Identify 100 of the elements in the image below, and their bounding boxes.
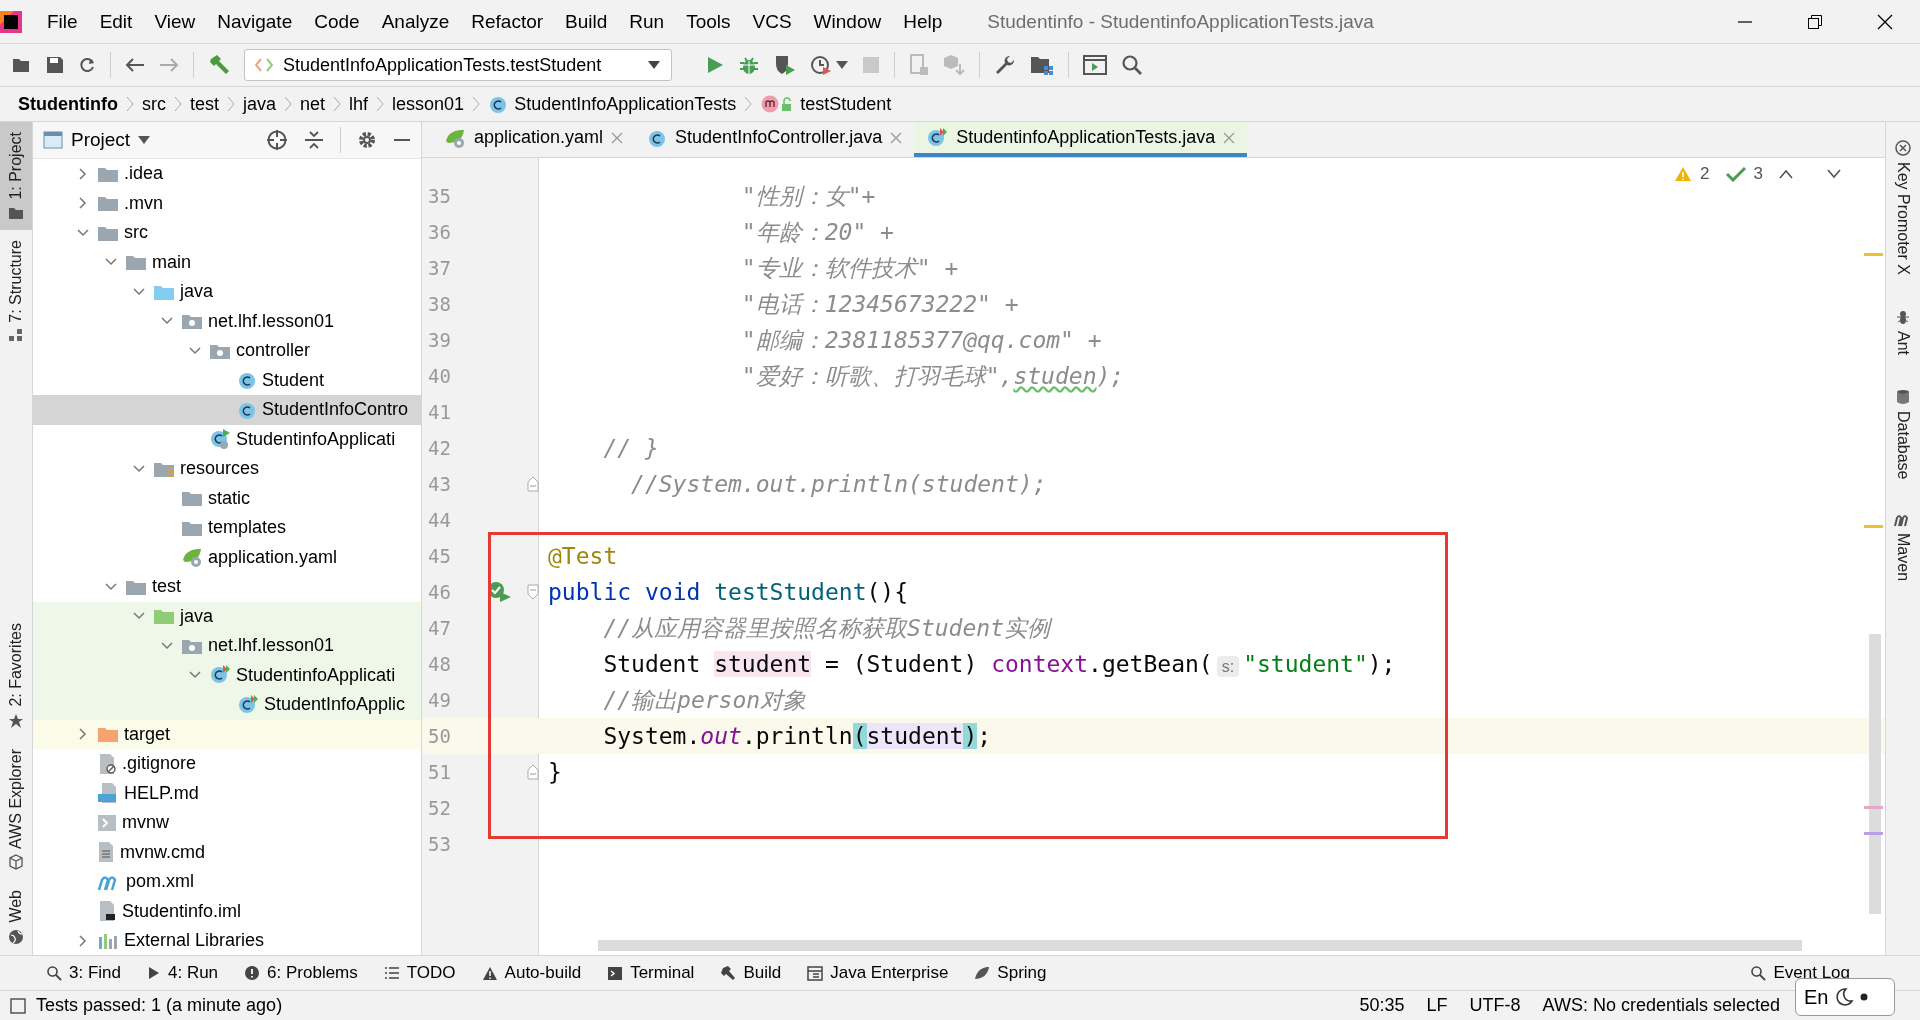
project-structure-button[interactable] <box>1030 54 1054 76</box>
back-button[interactable] <box>125 57 145 73</box>
tree-item[interactable]: src <box>33 218 421 248</box>
close-icon[interactable] <box>1223 131 1236 144</box>
chevron-right-icon[interactable] <box>77 934 89 947</box>
menu-item[interactable]: View <box>143 10 207 33</box>
chevron-down-icon[interactable] <box>77 226 89 239</box>
profile-button[interactable] <box>810 54 848 76</box>
breadcrumb-item[interactable]: testStudent <box>760 93 892 115</box>
tool-window-button[interactable]: 3: Find <box>46 963 121 983</box>
locate-icon[interactable] <box>266 129 288 151</box>
tree-item[interactable]: StudentInfoApplic <box>33 690 421 720</box>
tree-item[interactable]: mvnw.cmd <box>33 837 421 867</box>
menu-item[interactable]: Navigate <box>206 10 304 33</box>
chevron-right-icon[interactable] <box>77 197 89 210</box>
breadcrumb-item[interactable]: java <box>243 93 277 115</box>
breadcrumb-item[interactable]: Studentinfo <box>18 93 118 115</box>
chevron-down-icon[interactable] <box>105 580 117 593</box>
menu-item[interactable]: Analyze <box>370 10 461 33</box>
menu-item[interactable]: Edit <box>88 10 144 33</box>
menu-item[interactable]: Refactor <box>460 10 555 33</box>
breadcrumb-item[interactable]: src <box>142 93 166 115</box>
chevron-right-icon[interactable] <box>77 728 89 741</box>
menu-item[interactable]: Code <box>303 10 371 33</box>
tree-item[interactable]: .mvn <box>33 188 421 218</box>
tree-item[interactable]: test <box>33 572 421 602</box>
menu-item[interactable]: File <box>36 10 89 33</box>
tool-window-button[interactable]: 4: Run <box>147 963 219 983</box>
tool-window-tab[interactable]: AWS Explorer <box>0 738 32 881</box>
tool-window-button[interactable]: Auto-build <box>481 963 582 983</box>
build-button[interactable] <box>208 54 230 76</box>
editor-tab[interactable]: StudentinfoApplicationTests.java <box>914 122 1248 157</box>
tree-item[interactable]: net.lhf.lesson01 <box>33 306 421 336</box>
menu-item[interactable]: Tools <box>675 10 742 33</box>
tree-item[interactable]: pom.xml <box>33 867 421 897</box>
run-anything-button[interactable] <box>1083 55 1107 75</box>
coverage-button[interactable] <box>774 54 796 76</box>
chevron-down-icon[interactable] <box>189 344 201 357</box>
caret-position[interactable]: 50:35 <box>1359 995 1405 1016</box>
input-method-popup[interactable]: En <box>1795 978 1895 1016</box>
tree-item[interactable]: application.yaml <box>33 542 421 572</box>
chevron-down-icon[interactable] <box>1827 169 1841 179</box>
tree-item[interactable]: External Libraries <box>33 926 421 955</box>
tool-window-tab[interactable]: 2: Favorites <box>0 612 32 739</box>
tree-item[interactable]: StudentInfoContro <box>33 395 421 425</box>
tree-item[interactable]: mvnw <box>33 808 421 838</box>
chevron-down-icon[interactable] <box>133 462 145 475</box>
tree-item[interactable]: Student <box>33 365 421 395</box>
editor-tab[interactable]: StudentInfoController.java <box>635 122 915 157</box>
chevron-right-icon[interactable] <box>77 167 89 180</box>
tree-item[interactable]: target <box>33 719 421 749</box>
aws-connection[interactable]: AWS: No credentials selected <box>1542 995 1780 1016</box>
tool-window-button[interactable]: Spring <box>974 963 1047 983</box>
tree-item[interactable]: StudentinfoApplicati <box>33 660 421 690</box>
editor-tab[interactable]: application.yaml <box>432 122 636 157</box>
tree-item[interactable]: resources <box>33 454 421 484</box>
close-icon[interactable] <box>890 131 903 144</box>
settings-button[interactable] <box>994 54 1016 76</box>
tool-window-tab[interactable]: 7: Structure <box>0 229 32 353</box>
tool-window-tab[interactable]: Ant <box>1886 298 1920 365</box>
chevron-down-icon[interactable] <box>133 285 145 298</box>
open-button[interactable] <box>12 56 32 74</box>
menu-item[interactable]: Run <box>618 10 676 33</box>
menu-item[interactable]: VCS <box>741 10 803 33</box>
chevron-down-icon[interactable] <box>161 639 173 652</box>
tree-item[interactable]: main <box>33 247 421 277</box>
breadcrumb-item[interactable]: test <box>190 93 219 115</box>
breadcrumb-item[interactable]: lhf <box>349 93 369 115</box>
collapse-all-icon[interactable] <box>304 130 324 150</box>
tree-item[interactable]: controller <box>33 336 421 366</box>
tree-item[interactable]: templates <box>33 513 421 543</box>
close-icon[interactable] <box>611 131 624 144</box>
tool-window-tab[interactable]: Web <box>0 880 32 955</box>
tool-window-tab[interactable]: 1: Project <box>0 122 32 230</box>
scrollbar-thumb[interactable] <box>1869 634 1881 914</box>
tool-window-tab[interactable]: Database <box>1886 378 1920 490</box>
tree-item[interactable]: java <box>33 277 421 307</box>
fold-icon[interactable] <box>526 476 539 492</box>
menu-item[interactable]: Help <box>892 10 954 33</box>
tool-window-button[interactable]: Terminal <box>607 963 695 983</box>
fold-icon[interactable] <box>526 584 539 600</box>
menu-item[interactable]: Window <box>802 10 893 33</box>
tree-item[interactable]: java <box>33 601 421 631</box>
tool-window-button[interactable]: TODO <box>383 963 456 983</box>
line-separator[interactable]: LF <box>1426 995 1448 1016</box>
tree-item[interactable]: .gitignore <box>33 749 421 779</box>
tree-item[interactable]: static <box>33 483 421 513</box>
fold-icon[interactable] <box>526 764 539 780</box>
tool-window-button[interactable]: 6: Problems <box>244 963 358 983</box>
tree-item[interactable]: net.lhf.lesson01 <box>33 631 421 661</box>
search-button[interactable] <box>1121 54 1143 76</box>
settings-icon[interactable] <box>357 130 377 150</box>
breadcrumb-item[interactable]: net <box>300 93 326 115</box>
chevron-up-icon[interactable] <box>1779 169 1793 179</box>
tree-item[interactable]: HELP.md <box>33 778 421 808</box>
breadcrumb-item[interactable]: StudentInfoApplicationTests <box>488 93 737 115</box>
caret-icon[interactable] <box>138 136 151 144</box>
save-button[interactable] <box>46 56 64 74</box>
tree-item[interactable]: StudentinfoApplicati <box>33 424 421 454</box>
tree-item[interactable]: Studentinfo.iml <box>33 896 421 926</box>
